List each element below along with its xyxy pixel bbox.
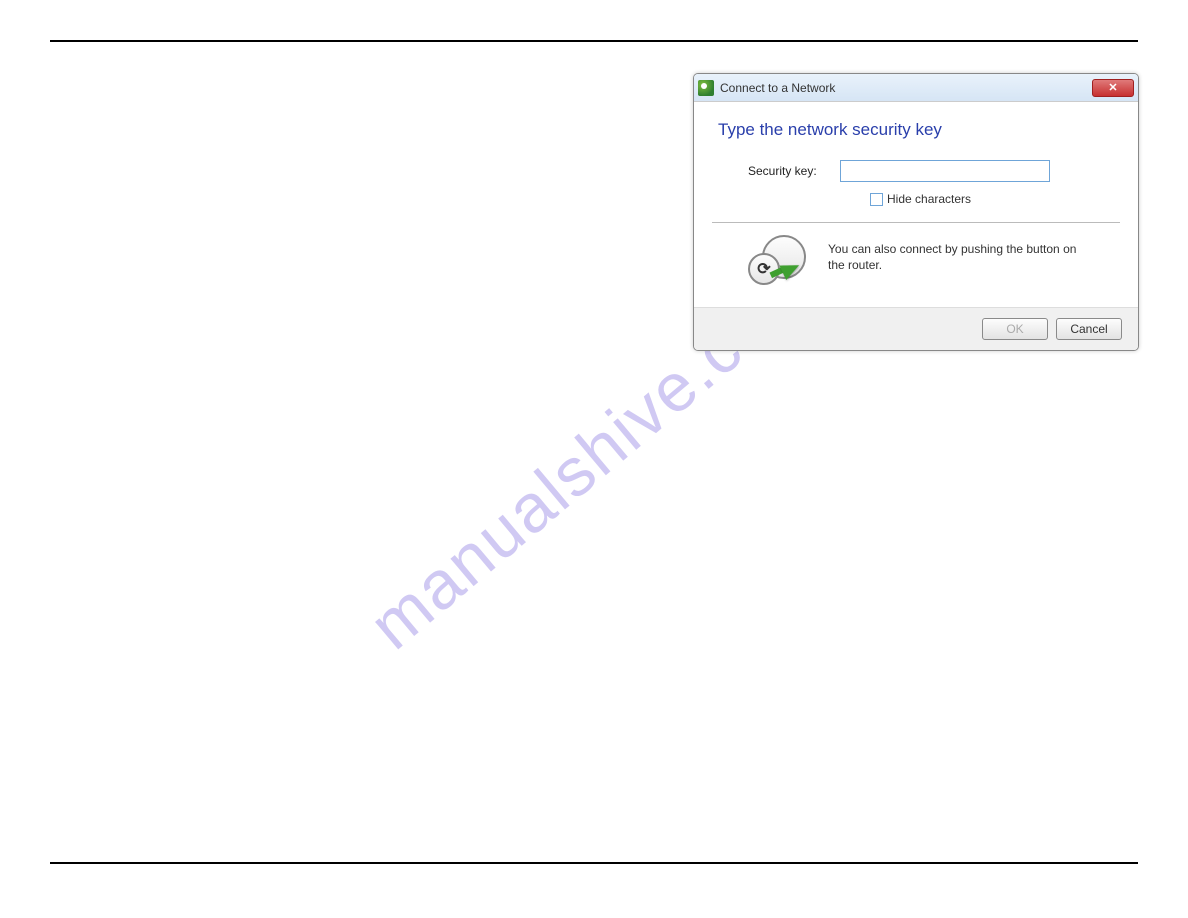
- cancel-button[interactable]: Cancel: [1056, 318, 1122, 340]
- security-key-row: Security key:: [718, 160, 1114, 182]
- router-hint-row: ⟳ You can also connect by pushing the bu…: [718, 235, 1114, 287]
- dialog-body: Type the network security key Security k…: [694, 102, 1138, 307]
- close-button[interactable]: ✕: [1092, 79, 1134, 97]
- connect-network-dialog: Connect to a Network ✕ Type the network …: [693, 73, 1139, 351]
- router-wps-icon: ⟳: [748, 235, 812, 287]
- hide-characters-label: Hide characters: [887, 192, 971, 206]
- top-rule: [50, 40, 1138, 42]
- hide-characters-checkbox[interactable]: [870, 193, 883, 206]
- dialog-title: Connect to a Network: [720, 81, 1092, 95]
- dialog-titlebar: Connect to a Network ✕: [694, 74, 1138, 102]
- security-key-label: Security key:: [748, 164, 840, 178]
- bottom-rule: [50, 862, 1138, 864]
- ok-button[interactable]: OK: [982, 318, 1048, 340]
- dialog-button-row: OK Cancel: [694, 307, 1138, 350]
- router-hint-text: You can also connect by pushing the butt…: [828, 235, 1094, 273]
- dialog-heading: Type the network security key: [718, 120, 1114, 140]
- section-divider: [712, 222, 1120, 223]
- security-key-input[interactable]: [840, 160, 1050, 182]
- close-icon: ✕: [1108, 81, 1117, 94]
- network-app-icon: [698, 80, 714, 96]
- hide-characters-row: Hide characters: [718, 192, 1114, 206]
